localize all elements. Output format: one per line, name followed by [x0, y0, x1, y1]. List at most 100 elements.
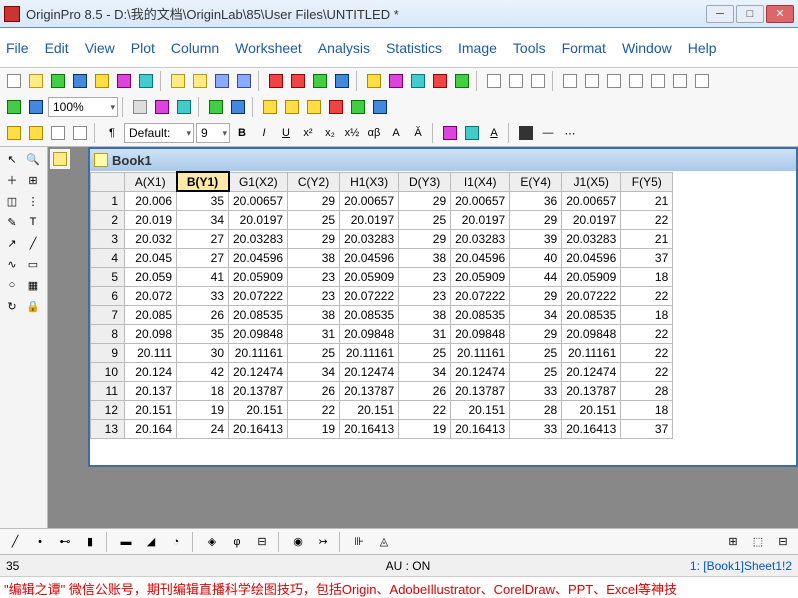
cell[interactable]: 21: [621, 229, 673, 248]
curve-tool[interactable]: ∿: [2, 254, 22, 274]
print-preview-button[interactable]: [152, 97, 172, 117]
open-button[interactable]: [168, 71, 188, 91]
italic-button[interactable]: I: [254, 123, 274, 143]
cell[interactable]: 31: [288, 324, 340, 343]
plot-hist-button[interactable]: ⊪: [348, 532, 370, 552]
arrange3-button[interactable]: [604, 71, 624, 91]
cell[interactable]: 18: [621, 305, 673, 324]
cell[interactable]: 25: [399, 210, 451, 229]
cell[interactable]: 20.05909: [451, 267, 510, 286]
col-header-G1(X2)[interactable]: G1(X2): [229, 172, 288, 191]
font-color-button[interactable]: A: [484, 123, 504, 143]
menu-column[interactable]: Column: [171, 39, 219, 57]
cell[interactable]: 26: [399, 381, 451, 400]
region-tool[interactable]: ▦: [23, 275, 43, 295]
cell[interactable]: 20.151: [125, 400, 177, 419]
cell[interactable]: 22: [621, 362, 673, 381]
cell[interactable]: 20.09848: [340, 324, 399, 343]
cell[interactable]: 20.09848: [562, 324, 621, 343]
cell[interactable]: 20.151: [562, 400, 621, 419]
cell[interactable]: 38: [288, 248, 340, 267]
cell[interactable]: 34: [510, 305, 562, 324]
cell[interactable]: 20.09848: [229, 324, 288, 343]
cell[interactable]: 20.13787: [229, 381, 288, 400]
plot-box-button[interactable]: ⊟: [251, 532, 273, 552]
cell[interactable]: 20.07222: [562, 286, 621, 305]
cell[interactable]: 23: [399, 286, 451, 305]
custom2-button[interactable]: [430, 71, 450, 91]
new-graph-button[interactable]: [70, 71, 90, 91]
rect-tool[interactable]: ▭: [23, 254, 43, 274]
workbook-window[interactable]: Book1 A(X1)B(Y1)G1(X2)C(Y2)H1(X3)D(Y3)I1…: [88, 147, 798, 467]
cell[interactable]: 20.12474: [451, 362, 510, 381]
col-header-B(Y1)[interactable]: B(Y1): [177, 172, 229, 191]
arrange1-button[interactable]: [560, 71, 580, 91]
cell[interactable]: 20.0197: [451, 210, 510, 229]
cell[interactable]: 36: [510, 191, 562, 210]
row-header[interactable]: 13: [91, 419, 125, 438]
plot-line-button[interactable]: ╱: [4, 532, 26, 552]
cell[interactable]: 20.08535: [451, 305, 510, 324]
plot-bar-button[interactable]: ▬: [115, 532, 137, 552]
cell[interactable]: 20.006: [125, 191, 177, 210]
arrange4-button[interactable]: [626, 71, 646, 91]
new-layout-button[interactable]: [114, 71, 134, 91]
cell[interactable]: 29: [510, 210, 562, 229]
cell[interactable]: 33: [177, 286, 229, 305]
wks5-button[interactable]: [348, 97, 368, 117]
col-header-J1(X5)[interactable]: J1(X5): [562, 172, 621, 191]
cell[interactable]: 34: [288, 362, 340, 381]
reimport-button[interactable]: [332, 71, 352, 91]
cell[interactable]: 20.0197: [229, 210, 288, 229]
cell[interactable]: 18: [621, 400, 673, 419]
cell[interactable]: 20.04596: [562, 248, 621, 267]
plot-stat-button[interactable]: φ: [226, 532, 248, 552]
cell[interactable]: 20.08535: [229, 305, 288, 324]
arrange-h-button[interactable]: ⬚: [747, 532, 769, 552]
menu-plot[interactable]: Plot: [131, 39, 155, 57]
cell[interactable]: 37: [621, 419, 673, 438]
cell[interactable]: 29: [399, 191, 451, 210]
row-header[interactable]: 6: [91, 286, 125, 305]
arrange6-button[interactable]: [670, 71, 690, 91]
cell[interactable]: 22: [621, 210, 673, 229]
font-combo[interactable]: Default:: [124, 123, 194, 143]
row-header[interactable]: 10: [91, 362, 125, 381]
cell[interactable]: 20.00657: [229, 191, 288, 210]
cell[interactable]: 23: [399, 267, 451, 286]
cell[interactable]: 20.164: [125, 419, 177, 438]
cell[interactable]: 34: [399, 362, 451, 381]
cell[interactable]: 20.09848: [451, 324, 510, 343]
cell[interactable]: 20.03283: [229, 229, 288, 248]
menu-view[interactable]: View: [85, 39, 115, 57]
data-selector-tool[interactable]: ◫: [2, 191, 22, 211]
cell[interactable]: 20.16413: [340, 419, 399, 438]
cell[interactable]: 20.04596: [451, 248, 510, 267]
row-header[interactable]: 7: [91, 305, 125, 324]
line-width-button[interactable]: —: [538, 123, 558, 143]
fmt2-button[interactable]: [26, 123, 46, 143]
menu-window[interactable]: Window: [622, 39, 672, 57]
cell[interactable]: 30: [177, 343, 229, 362]
cell[interactable]: 20.04596: [340, 248, 399, 267]
menu-worksheet[interactable]: Worksheet: [235, 39, 302, 57]
new-excel-button[interactable]: [48, 71, 68, 91]
cell[interactable]: 20.137: [125, 381, 177, 400]
cell[interactable]: 18: [177, 381, 229, 400]
plot-scatter-button[interactable]: •: [29, 532, 51, 552]
row-header[interactable]: 12: [91, 400, 125, 419]
cell[interactable]: 42: [177, 362, 229, 381]
layout2-button[interactable]: [506, 71, 526, 91]
plot-surface-button[interactable]: ◬: [373, 532, 395, 552]
close-button[interactable]: ✕: [766, 5, 794, 23]
col-header-H1(X3)[interactable]: H1(X3): [340, 172, 399, 191]
col-header-I1(X4)[interactable]: I1(X4): [451, 172, 510, 191]
subscript-button[interactable]: x₂: [320, 123, 340, 143]
cell[interactable]: 20.098: [125, 324, 177, 343]
import-ascii-button[interactable]: [288, 71, 308, 91]
reader-tool[interactable]: ＋: [2, 170, 22, 190]
cell[interactable]: 20.151: [229, 400, 288, 419]
cell[interactable]: 20.07222: [451, 286, 510, 305]
cell[interactable]: 20.04596: [229, 248, 288, 267]
cell[interactable]: 28: [621, 381, 673, 400]
